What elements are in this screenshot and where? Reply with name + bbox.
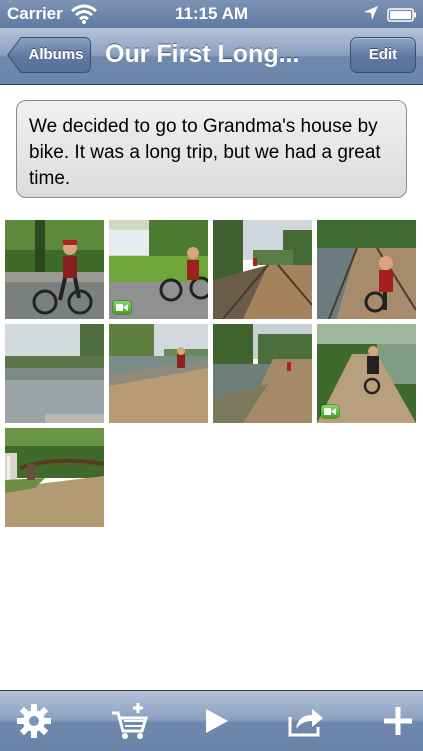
battery-icon <box>387 7 417 22</box>
albums-back-button[interactable]: Albums <box>7 37 91 73</box>
play-icon[interactable] <box>196 701 236 741</box>
location-arrow-icon <box>363 5 379 21</box>
back-button-label: Albums <box>28 46 84 63</box>
photo-thumbnail[interactable] <box>317 220 416 319</box>
photo-thumbnail[interactable] <box>5 220 104 319</box>
album-description[interactable]: We decided to go to Grandma's house by b… <box>16 100 407 198</box>
add-plus-icon[interactable] <box>378 701 418 741</box>
share-icon[interactable] <box>286 701 326 741</box>
photo-thumbnail[interactable] <box>109 220 208 319</box>
video-camera-icon <box>321 405 339 418</box>
photo-thumbnail[interactable] <box>317 324 416 423</box>
photo-thumbnail[interactable] <box>213 324 312 423</box>
settings-gear-icon[interactable] <box>14 701 54 741</box>
status-bar: Carrier 11:15 AM <box>0 0 423 28</box>
bottom-toolbar <box>0 690 423 751</box>
add-to-cart-icon[interactable] <box>110 701 150 741</box>
photo-thumbnail[interactable] <box>5 428 104 527</box>
photo-thumbnail[interactable] <box>109 324 208 423</box>
photo-thumbnail[interactable] <box>5 324 104 423</box>
page-title: Our First Long... <box>105 40 300 68</box>
navigation-bar: Albums Our First Long... Edit <box>0 28 423 85</box>
clock-time: 11:15 AM <box>174 4 249 23</box>
photo-thumbnail[interactable] <box>213 220 312 319</box>
video-camera-icon <box>113 301 131 314</box>
edit-button[interactable]: Edit <box>350 37 416 73</box>
